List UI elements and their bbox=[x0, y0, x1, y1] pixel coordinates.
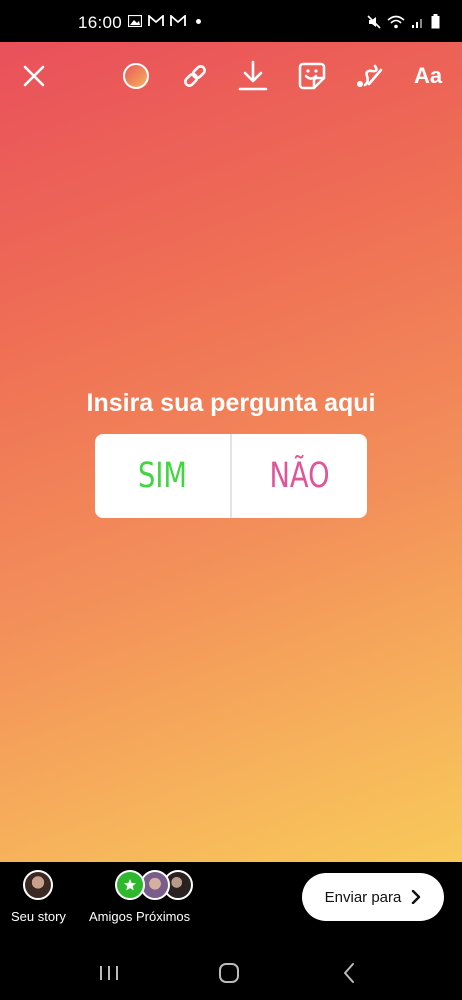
color-picker-button[interactable] bbox=[120, 60, 152, 92]
gmail-icon bbox=[148, 15, 164, 26]
close-friends-avatars bbox=[100, 870, 193, 900]
back-icon bbox=[344, 963, 354, 983]
sticker-icon bbox=[298, 62, 326, 90]
your-story-label: Seu story bbox=[11, 909, 66, 924]
home-button[interactable] bbox=[216, 961, 242, 985]
text-tool-button[interactable]: Aa bbox=[408, 60, 448, 92]
recent-apps-icon bbox=[100, 966, 118, 980]
status-system-icons bbox=[367, 14, 440, 29]
home-icon bbox=[219, 963, 239, 983]
status-time: 16:00 bbox=[78, 13, 123, 32]
draw-icon bbox=[357, 64, 383, 87]
signal-icon bbox=[412, 18, 422, 28]
poll-option-yes[interactable]: SIM bbox=[110, 434, 215, 518]
draw-button[interactable] bbox=[353, 60, 387, 92]
send-to-button[interactable]: Enviar para bbox=[302, 873, 444, 921]
story-canvas[interactable]: Aa Insira sua pergunta aqui SIM NÃO bbox=[0, 42, 462, 862]
color-circle-icon bbox=[123, 63, 149, 89]
close-icon bbox=[23, 65, 45, 87]
status-bar: 16:00 bbox=[0, 0, 462, 42]
close-button[interactable] bbox=[20, 62, 48, 90]
avatar bbox=[23, 870, 54, 900]
poll-question[interactable]: Insira sua pergunta aqui bbox=[0, 389, 462, 418]
gallery-icon bbox=[128, 15, 142, 27]
chevron-right-icon bbox=[412, 890, 421, 904]
wifi-icon bbox=[387, 15, 405, 28]
link-icon bbox=[184, 65, 206, 87]
close-friends-target[interactable]: Amigos Próximos bbox=[89, 870, 193, 924]
download-button[interactable] bbox=[236, 58, 270, 94]
close-friends-label: Amigos Próximos bbox=[89, 909, 191, 924]
gmail-icon-2 bbox=[170, 15, 186, 26]
recent-apps-button[interactable] bbox=[96, 963, 122, 983]
poll-option-no[interactable]: NÃO bbox=[247, 434, 352, 518]
text-tool-label: Aa bbox=[413, 63, 443, 88]
poll-divider bbox=[230, 434, 232, 518]
download-icon bbox=[238, 60, 268, 91]
link-button[interactable] bbox=[178, 59, 212, 93]
mute-icon bbox=[367, 14, 381, 29]
system-nav-bar bbox=[0, 955, 462, 1000]
battery-icon bbox=[431, 14, 440, 29]
poll-sticker[interactable]: SIM NÃO bbox=[95, 434, 367, 518]
send-to-label: Enviar para bbox=[324, 888, 402, 906]
status-notification-icons bbox=[128, 15, 201, 27]
back-button[interactable] bbox=[338, 961, 360, 985]
close-friends-star-icon bbox=[114, 870, 145, 900]
more-notifications-dot-icon bbox=[196, 18, 201, 24]
your-story-target[interactable]: Seu story bbox=[11, 870, 66, 924]
sticker-button[interactable] bbox=[295, 59, 329, 93]
